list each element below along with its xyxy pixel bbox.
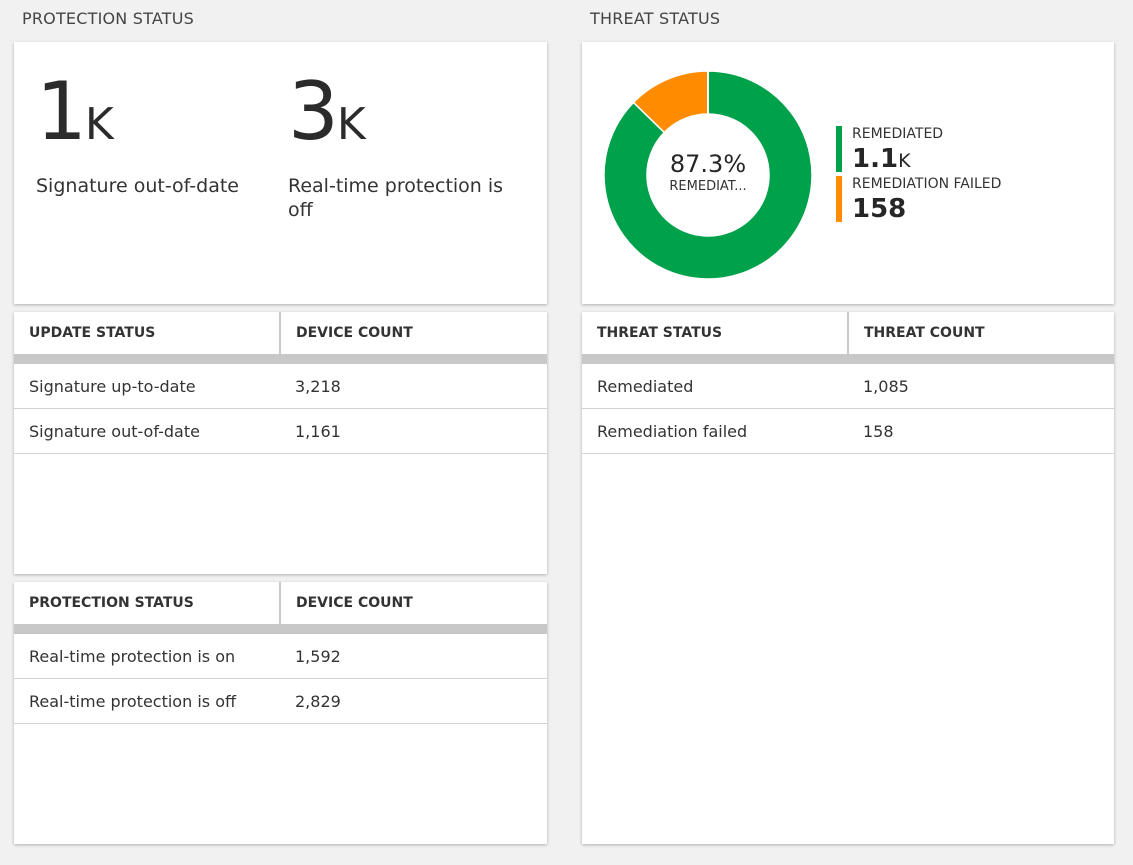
cell-status: Real-time protection is on (14, 629, 280, 679)
column-header-protection-status[interactable]: PROTECTION STATUS (14, 582, 280, 634)
table-header-row: THREAT STATUS THREAT COUNT (582, 312, 1114, 364)
signature-outdated-tile[interactable]: 1K Signature out-of-date (36, 65, 239, 198)
table-header-row: UPDATE STATUS DEVICE COUNT (14, 312, 547, 364)
signature-outdated-value: 1K (36, 65, 114, 158)
legend-remediation-failed-value: 158 (852, 194, 907, 224)
threat-summary-card[interactable]: 87.3% REMEDIAT... (582, 42, 1114, 304)
table-row[interactable]: Remediated 1,085 (582, 359, 1114, 409)
protection-status-table: PROTECTION STATUS DEVICE COUNT Real-time… (14, 582, 547, 724)
cell-status: Signature out-of-date (14, 408, 280, 454)
cell-count: 3,218 (280, 359, 547, 409)
realtime-off-value: 3K (288, 65, 366, 158)
signature-outdated-label: Signature out-of-date (36, 175, 239, 197)
cell-count: 158 (848, 408, 1114, 454)
table-row[interactable]: Real-time protection is off 2,829 (14, 678, 547, 724)
threat-status-table-card: THREAT STATUS THREAT COUNT Remediated 1,… (582, 312, 1114, 844)
column-header-device-count[interactable]: DEVICE COUNT (279, 312, 547, 364)
donut-center-label: REMEDIAT... (669, 179, 747, 194)
update-status-table-card: UPDATE STATUS DEVICE COUNT Signature up-… (14, 312, 547, 574)
cell-count: 1,161 (280, 408, 547, 454)
cell-count: 1,592 (280, 629, 547, 679)
protection-status-heading: PROTECTION STATUS (22, 9, 194, 28)
threat-status-table: THREAT STATUS THREAT COUNT Remediated 1,… (582, 312, 1114, 454)
realtime-off-tile[interactable]: 3K Real-time protection is off (288, 65, 503, 222)
update-status-table: UPDATE STATUS DEVICE COUNT Signature up-… (14, 312, 547, 454)
threat-status-heading: THREAT STATUS (590, 9, 721, 28)
legend-remediated-swatch (836, 126, 842, 172)
column-header-update-status[interactable]: UPDATE STATUS (14, 312, 280, 364)
cell-status: Remediation failed (582, 408, 848, 454)
table-row[interactable]: Real-time protection is on 1,592 (14, 629, 547, 679)
realtime-off-label: Real-time protection is off (288, 175, 504, 221)
table-row[interactable]: Remediation failed 158 (582, 408, 1114, 454)
cell-status: Signature up-to-date (14, 359, 280, 409)
legend-remediated-value: 1.1K (852, 144, 911, 174)
cell-status: Real-time protection is off (14, 678, 280, 724)
legend-remediation-failed-label: REMEDIATION FAILED (852, 176, 1002, 192)
table-header-row: PROTECTION STATUS DEVICE COUNT (14, 582, 547, 634)
protection-status-table-card: PROTECTION STATUS DEVICE COUNT Real-time… (14, 582, 547, 844)
column-header-threat-count[interactable]: THREAT COUNT (847, 312, 1114, 364)
cell-count: 2,829 (280, 678, 547, 724)
column-header-device-count[interactable]: DEVICE COUNT (279, 582, 547, 634)
table-row[interactable]: Signature up-to-date 3,218 (14, 359, 547, 409)
cell-count: 1,085 (848, 359, 1114, 409)
cell-status: Remediated (582, 359, 848, 409)
column-header-threat-status[interactable]: THREAT STATUS (582, 312, 848, 364)
table-row[interactable]: Signature out-of-date 1,161 (14, 408, 547, 454)
legend-remediated-label: REMEDIATED (852, 126, 944, 142)
protection-summary-card[interactable]: 1K Signature out-of-date 3K Real-time pr… (14, 42, 547, 304)
legend-remediation-failed-swatch (836, 176, 842, 222)
donut-center-value: 87.3% (669, 150, 747, 178)
